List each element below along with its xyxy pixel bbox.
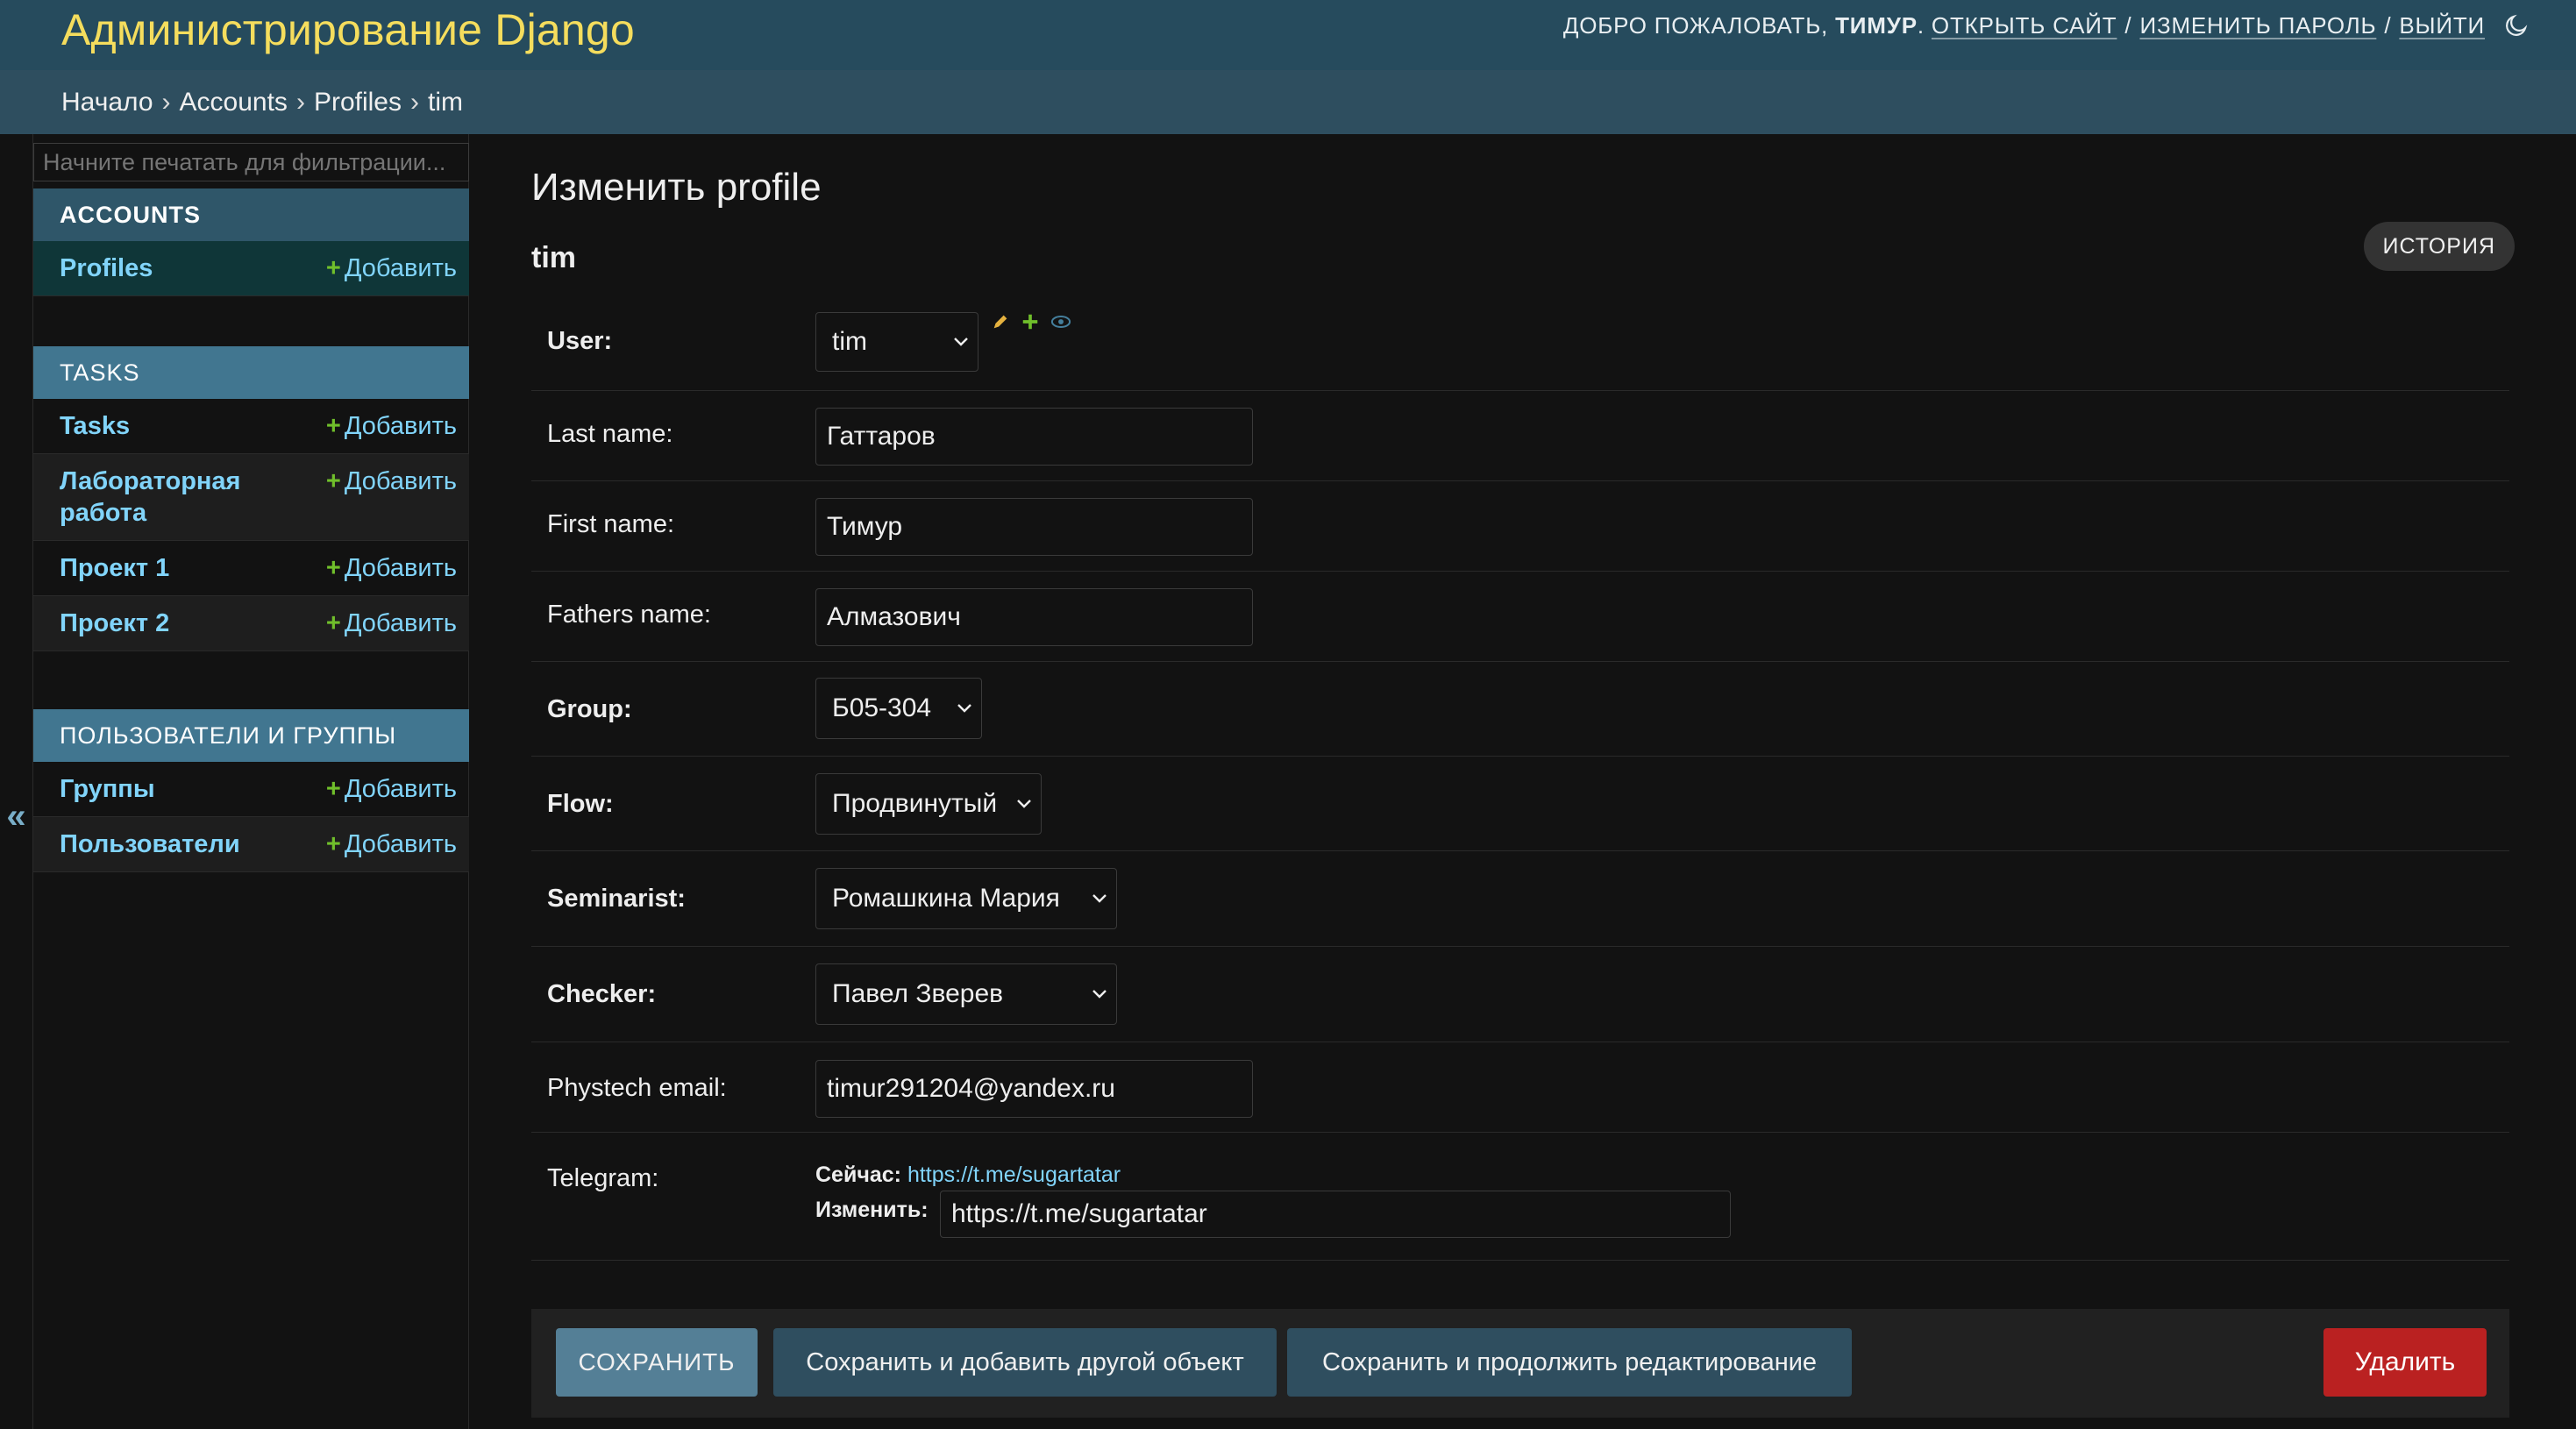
chevron-down-icon	[1083, 989, 1116, 999]
telegram-current: Сейчас: https://t.me/sugartatar	[815, 1162, 1121, 1187]
eye-icon[interactable]	[1050, 309, 1071, 338]
breadcrumb-profiles[interactable]: Profiles	[314, 88, 402, 117]
first-name-input[interactable]	[815, 498, 1253, 556]
sidebar-item-tasks[interactable]: Tasks + Добавить	[33, 399, 469, 454]
breadcrumb-home[interactable]: Начало	[61, 88, 153, 117]
group-select[interactable]: Б05-304	[815, 678, 982, 739]
telegram-input[interactable]	[940, 1191, 1731, 1238]
module-auth: Пользователи и группы Группы + Добавить П…	[33, 709, 469, 872]
submit-row: Сохранить Сохранить и добавить другой об…	[531, 1309, 2509, 1418]
sidebar-item-users[interactable]: Пользователи + Добавить	[33, 817, 469, 872]
sidebar-filter-input[interactable]	[33, 143, 469, 181]
plus-icon: +	[325, 830, 341, 858]
phystech-email-input[interactable]	[815, 1060, 1253, 1118]
fathers-name-label: Fathers name:	[547, 601, 711, 629]
add-lab-link[interactable]: + Добавить	[326, 466, 457, 497]
view-site-link[interactable]: Открыть сайт	[1932, 12, 2117, 39]
username: Тимур	[1835, 11, 1918, 39]
breadcrumb-accounts[interactable]: Accounts	[180, 88, 288, 117]
save-and-add-another-button[interactable]: Сохранить и добавить другой объект	[773, 1328, 1277, 1397]
group-label: Group:	[547, 695, 632, 723]
telegram-current-link[interactable]: https://t.me/sugartatar	[907, 1162, 1121, 1187]
form-row-group: Group: Б05-304	[531, 662, 2509, 757]
plus-icon: +	[325, 412, 341, 440]
checker-label: Checker:	[547, 980, 657, 1008]
form-row-last-name: Last name:	[531, 391, 2509, 481]
logout-link[interactable]: Выйти	[2399, 12, 2485, 39]
save-and-continue-button[interactable]: Сохранить и продолжить редактирование	[1287, 1328, 1852, 1397]
flow-select[interactable]: Продвинутый	[815, 773, 1042, 835]
seminarist-label: Seminarist:	[547, 885, 686, 913]
site-name[interactable]: Администрирование Django	[61, 4, 635, 55]
nav-sidebar: Accounts Profiles +Добавить Tasks Tasks …	[33, 134, 469, 1429]
telegram-label: Telegram:	[547, 1164, 659, 1192]
last-name-label: Last name:	[547, 420, 673, 448]
chevron-down-icon	[944, 337, 978, 347]
sidebar-item-lab[interactable]: Лабораторная работа + Добавить	[33, 454, 469, 541]
fathers-name-input[interactable]	[815, 588, 1253, 646]
form-row-user: User: tim	[531, 301, 2509, 391]
last-name-input[interactable]	[815, 408, 1253, 466]
sidebar-item-profiles[interactable]: Profiles + Добавить	[33, 241, 469, 296]
user-label: User:	[547, 327, 613, 355]
breadcrumb: Начало › Accounts › Profiles › tim	[0, 70, 2576, 134]
user-select[interactable]: tim	[815, 312, 978, 372]
add-profile-link[interactable]: + Добавить	[326, 252, 457, 284]
moon-icon[interactable]	[2501, 10, 2532, 41]
chevron-down-icon	[1007, 799, 1041, 809]
sidebar-item-groups[interactable]: Группы + Добавить	[33, 762, 469, 817]
flow-label: Flow:	[547, 790, 614, 818]
form-row-seminarist: Seminarist: Ромашкина Мария	[531, 851, 2509, 947]
delete-button[interactable]: Удалить	[2323, 1328, 2487, 1397]
form-row-telegram: Telegram: Сейчас: https://t.me/sugartata…	[531, 1133, 2509, 1261]
add-project2-link[interactable]: + Добавить	[326, 608, 457, 639]
add-project1-link[interactable]: + Добавить	[326, 552, 457, 584]
sidebar-item-project2[interactable]: Проект 2 + Добавить	[33, 596, 469, 651]
welcome-text: Добро пожаловать,	[1562, 11, 1829, 39]
sidebar-collapse-button[interactable]: «	[0, 134, 33, 1429]
module-caption-auth[interactable]: Пользователи и группы	[33, 709, 469, 762]
module-accounts: Accounts Profiles + Добавить	[33, 188, 469, 296]
chevron-down-icon	[948, 703, 981, 714]
form-row-first-name: First name:	[531, 481, 2509, 572]
plus-icon: +	[325, 254, 341, 282]
add-task-link[interactable]: + Добавить	[326, 410, 457, 442]
plus-icon: +	[325, 609, 341, 637]
breadcrumb-current: tim	[427, 87, 463, 117]
object-name: tim	[531, 241, 576, 274]
plus-icon: +	[325, 775, 341, 803]
telegram-change: Изменить:	[815, 1198, 929, 1222]
form-row-phystech-email: Phystech email:	[531, 1042, 2509, 1133]
plus-icon: +	[325, 467, 341, 495]
plus-icon: +	[325, 554, 341, 582]
checker-select[interactable]: Павел Зверев	[815, 963, 1117, 1025]
add-user-link[interactable]: + Добавить	[326, 828, 457, 860]
user-tools: Добро пожаловать, Тимур. Открыть сайт / Из…	[1563, 10, 2532, 41]
form-row-checker: Checker: Павел Зверев	[531, 947, 2509, 1042]
module-caption-tasks[interactable]: Tasks	[33, 346, 469, 399]
history-button[interactable]: История	[2363, 222, 2515, 271]
user-related-links	[991, 309, 1071, 338]
change-password-link[interactable]: Изменить пароль	[2139, 12, 2376, 39]
module-caption-accounts[interactable]: Accounts	[33, 188, 469, 241]
add-group-link[interactable]: + Добавить	[326, 773, 457, 805]
save-button[interactable]: Сохранить	[556, 1328, 758, 1397]
form-row-flow: Flow: Продвинутый	[531, 757, 2509, 851]
seminarist-select[interactable]: Ромашкина Мария	[815, 868, 1117, 929]
module-tasks: Tasks Tasks + Добавить Лабораторная работ…	[33, 346, 469, 651]
header: Администрирование Django Добро пожаловат…	[0, 0, 2576, 70]
pencil-icon[interactable]	[991, 309, 1010, 338]
page-title: Изменить profile	[531, 166, 822, 209]
sidebar-item-project1[interactable]: Проект 1 + Добавить	[33, 541, 469, 596]
chevron-down-icon	[1083, 893, 1116, 904]
first-name-label: First name:	[547, 510, 675, 538]
form-row-fathers-name: Fathers name:	[531, 572, 2509, 662]
add-icon[interactable]	[1021, 309, 1040, 338]
collapse-icon: «	[6, 797, 26, 835]
phystech-email-label: Phystech email:	[547, 1074, 727, 1102]
